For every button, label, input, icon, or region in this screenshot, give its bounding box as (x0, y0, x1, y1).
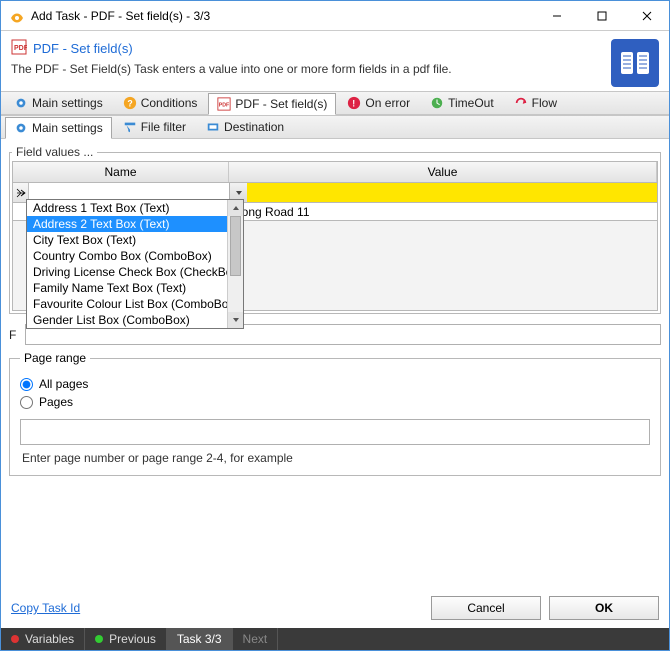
radio-all-pages-row[interactable]: All pages (20, 377, 650, 391)
window-buttons (534, 1, 669, 30)
tab-on-error[interactable]: !On error (338, 92, 419, 114)
subtab-sub-main[interactable]: Main settings (5, 117, 112, 139)
grid-header: Name Value (12, 161, 658, 183)
svg-text:PDF: PDF (219, 103, 230, 109)
body: Field values ... Name Value (1, 139, 669, 590)
svg-text:!: ! (353, 99, 356, 109)
dropdown-option[interactable]: Family Name Text Box (Text) (27, 280, 243, 296)
pages-input[interactable] (20, 419, 650, 445)
tab-timeout[interactable]: TimeOut (421, 92, 503, 114)
cancel-button[interactable]: Cancel (431, 596, 541, 620)
dropdown-option[interactable]: City Text Box (Text) (27, 232, 243, 248)
ok-button[interactable]: OK (549, 596, 659, 620)
app-icon (9, 8, 25, 24)
dropdown-option[interactable]: Gender List Box (ComboBox) (27, 312, 243, 328)
page-title-row: PDF PDF - Set field(s) (11, 39, 601, 58)
dest-icon (206, 120, 220, 134)
col-header-name[interactable]: Name (13, 162, 229, 182)
window: Add Task - PDF - Set field(s) - 3/3 PDF … (0, 0, 670, 651)
page-range-hint: Enter page number or page range 2-4, for… (22, 451, 650, 465)
dropdown-option[interactable]: Address 1 Text Box (Text) (27, 200, 243, 216)
dropdown-option[interactable]: Country Combo Box (ComboBox) (27, 248, 243, 264)
minimize-button[interactable] (534, 1, 579, 30)
radio-all-pages-label: All pages (39, 377, 88, 391)
radio-pages-row[interactable]: Pages (20, 395, 650, 409)
pdf-icon: PDF (11, 39, 27, 58)
status-variables[interactable]: Variables (1, 628, 85, 650)
subtab-sub-filter[interactable]: File filter (114, 116, 195, 138)
dropdown-scrollbar[interactable] (227, 200, 243, 328)
status-task[interactable]: Task 3/3 (167, 628, 233, 650)
header: PDF PDF - Set field(s) The PDF - Set Fie… (1, 31, 669, 91)
page-description: The PDF - Set Field(s) Task enters a val… (11, 62, 601, 76)
col-header-value[interactable]: Value (229, 162, 657, 182)
maximize-button[interactable] (579, 1, 624, 30)
dropdown-option[interactable]: Address 2 Text Box (Text) (27, 216, 243, 232)
status-dot-icon (11, 635, 19, 643)
radio-pages[interactable] (20, 396, 33, 409)
dropdown-option[interactable]: Driving License Check Box (CheckBox) (27, 264, 243, 280)
tab-pdf-set[interactable]: PDFPDF - Set field(s) (208, 93, 336, 115)
copy-task-id-link[interactable]: Copy Task Id (11, 601, 423, 615)
tab-flow[interactable]: Flow (505, 92, 566, 114)
scroll-thumb[interactable] (230, 216, 241, 276)
row-value: Long Road 11 (229, 205, 657, 219)
gear-blue-icon (14, 121, 28, 135)
radio-pages-label: Pages (39, 395, 73, 409)
field-values-group: Field values ... Name Value (9, 145, 661, 314)
flow-icon (514, 96, 528, 110)
sub-tabs: Main settingsFile filterDestination (1, 115, 669, 139)
close-button[interactable] (624, 1, 669, 30)
titlebar: Add Task - PDF - Set field(s) - 3/3 (1, 1, 669, 31)
svg-text:PDF: PDF (14, 45, 27, 52)
header-badge-icon (611, 39, 659, 87)
clock-icon (430, 96, 444, 110)
statusbar: VariablesPreviousTask 3/3Next (1, 628, 669, 650)
scroll-down-icon[interactable] (228, 312, 243, 328)
dropdown-option[interactable]: Favourite Colour List Box (ComboBox) (27, 296, 243, 312)
field-values-legend: Field values ... (12, 145, 97, 159)
page-range-group: Page range All pages Pages Enter page nu… (9, 351, 661, 476)
footer: Copy Task Id Cancel OK (1, 590, 669, 628)
tab-conditions[interactable]: ?Conditions (114, 92, 207, 114)
svg-text:?: ? (127, 99, 132, 109)
tab-main-settings[interactable]: Main settings (5, 92, 112, 114)
scroll-up-icon[interactable] (228, 200, 243, 216)
filter-icon (123, 120, 137, 134)
question-icon: ? (123, 96, 137, 110)
window-title: Add Task - PDF - Set field(s) - 3/3 (31, 9, 534, 23)
status-dot-icon (95, 635, 103, 643)
radio-all-pages[interactable] (20, 378, 33, 391)
alert-icon: ! (347, 96, 361, 110)
subtab-sub-dest[interactable]: Destination (197, 116, 293, 138)
page-range-legend: Page range (20, 351, 90, 365)
name-dropdown-list: Address 1 Text Box (Text)Address 2 Text … (26, 199, 244, 329)
form-field-label: F (9, 328, 21, 342)
status-previous[interactable]: Previous (85, 628, 167, 650)
value-cell[interactable] (247, 183, 657, 202)
main-tabs: Main settings?ConditionsPDFPDF - Set fie… (1, 91, 669, 115)
status-next[interactable]: Next (233, 628, 279, 650)
gear-blue-icon (14, 96, 28, 110)
pdf-icon: PDF (217, 97, 231, 111)
page-title: PDF - Set field(s) (33, 41, 133, 56)
